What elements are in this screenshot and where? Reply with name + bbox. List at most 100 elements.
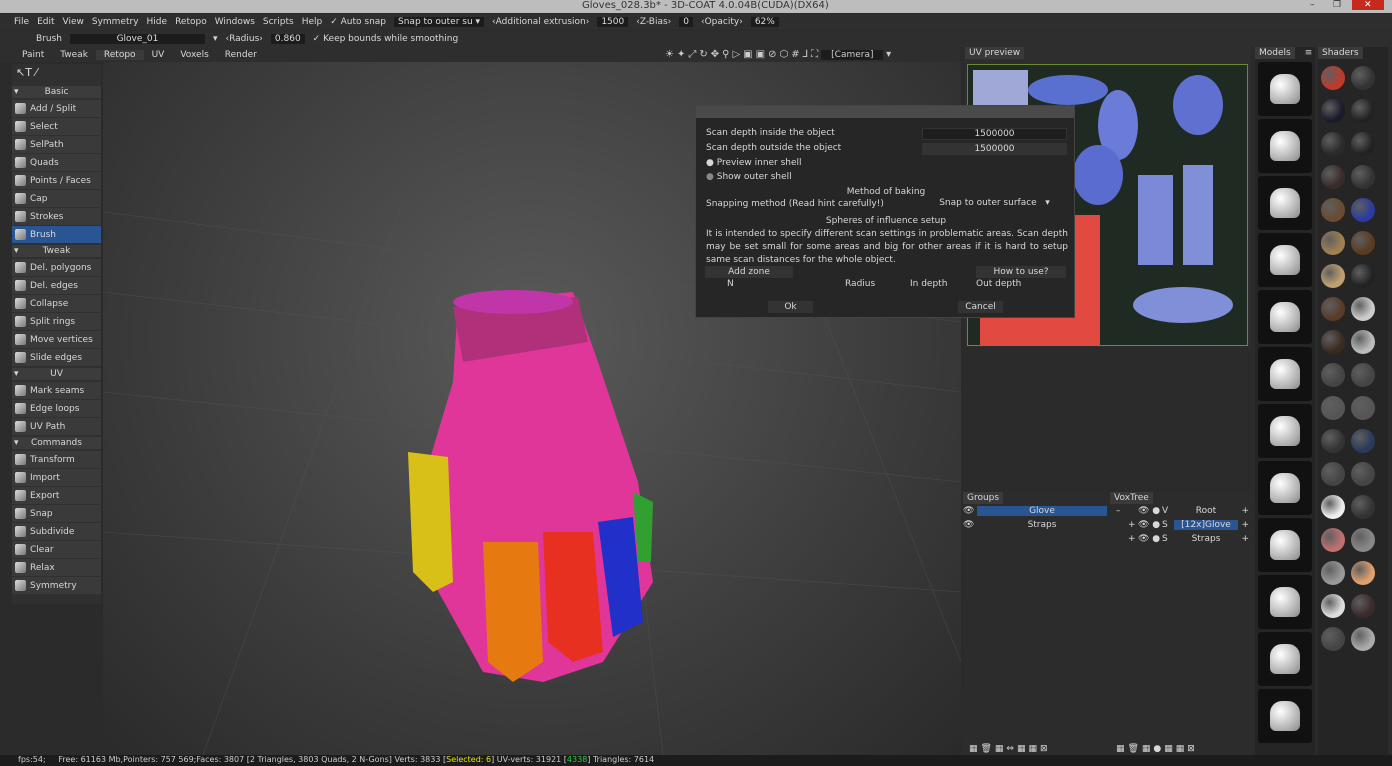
shader-swatch[interactable] bbox=[1351, 165, 1375, 189]
scan-out-input[interactable]: 1500000 bbox=[922, 143, 1067, 155]
menu-help[interactable]: Help bbox=[302, 17, 323, 27]
snap-mode-dropdown[interactable]: Snap to outer su ▾ bbox=[394, 17, 485, 27]
tool-import[interactable]: Import bbox=[12, 469, 101, 486]
tab-voxels[interactable]: Voxels bbox=[172, 50, 216, 60]
eye-icon[interactable]: 👁 bbox=[963, 506, 974, 516]
maximize-button[interactable]: ❐ bbox=[1333, 0, 1341, 10]
chevron-down-icon[interactable]: ▾ bbox=[213, 34, 218, 44]
fit-pen-icon[interactable]: ▣ bbox=[756, 49, 765, 60]
add-icon[interactable]: + bbox=[1241, 506, 1249, 516]
section-header[interactable]: ▾ Commands bbox=[12, 437, 101, 449]
shader-swatch[interactable] bbox=[1321, 495, 1345, 519]
tab-retopo[interactable]: Retopo bbox=[95, 49, 144, 60]
collapse-icon[interactable]: – bbox=[1116, 506, 1121, 516]
tool-mode-icons[interactable]: ↖T ⁄ bbox=[12, 64, 101, 84]
shader-swatch[interactable] bbox=[1321, 429, 1345, 453]
groups-title[interactable]: Groups bbox=[963, 492, 1004, 504]
dialog-title-bar[interactable] bbox=[696, 106, 1074, 118]
shader-swatch[interactable] bbox=[1351, 198, 1375, 222]
shader-swatch[interactable] bbox=[1321, 99, 1345, 123]
shader-swatch[interactable] bbox=[1351, 231, 1375, 255]
extrusion-label[interactable]: ‹Additional extrusion› bbox=[492, 17, 589, 27]
shader-swatch[interactable] bbox=[1351, 297, 1375, 321]
model-thumbnail[interactable] bbox=[1258, 233, 1312, 287]
volume-type[interactable]: V bbox=[1162, 506, 1168, 516]
no-icon[interactable]: ⊘ bbox=[768, 49, 776, 60]
voxtree-item[interactable]: – 👁 ● V Root + bbox=[1110, 506, 1252, 518]
expand-icon[interactable]: + bbox=[1128, 520, 1136, 530]
shader-swatch[interactable] bbox=[1321, 330, 1345, 354]
shader-swatch[interactable] bbox=[1321, 165, 1345, 189]
tool-clear[interactable]: Clear bbox=[12, 541, 101, 558]
tool-edge-loops[interactable]: Edge loops bbox=[12, 400, 101, 417]
model-thumbnail[interactable] bbox=[1258, 62, 1312, 116]
auto-snap-checkbox[interactable]: ✓ Auto snap bbox=[330, 17, 386, 27]
shader-swatch[interactable] bbox=[1321, 528, 1345, 552]
tool-subdivide[interactable]: Subdivide bbox=[12, 523, 101, 540]
show-outer-radio[interactable]: ● Show outer shell bbox=[706, 172, 792, 182]
tool-transform[interactable]: Transform bbox=[12, 451, 101, 468]
model-thumbnail[interactable] bbox=[1258, 404, 1312, 458]
tool-quads[interactable]: Quads bbox=[12, 154, 101, 171]
eye-icon[interactable]: 👁 ● bbox=[1138, 534, 1160, 544]
tool-collapse[interactable]: Collapse bbox=[12, 295, 101, 312]
how-to-use-button[interactable]: How to use? bbox=[976, 266, 1066, 278]
menu-file[interactable]: File bbox=[14, 17, 29, 27]
groups-toolbar[interactable]: ▦🗑▦⇔▦▦⊠ bbox=[969, 744, 1051, 754]
voxtree-item[interactable]: + 👁 ● S [12x]Glove + bbox=[1110, 520, 1252, 532]
tool-export[interactable]: Export bbox=[12, 487, 101, 504]
add-icon[interactable]: + bbox=[1241, 520, 1249, 530]
tool-symmetry[interactable]: Symmetry bbox=[12, 577, 101, 594]
shader-swatch[interactable] bbox=[1351, 132, 1375, 156]
tool-slide-edges[interactable]: Slide edges bbox=[12, 349, 101, 366]
preview-inner-radio[interactable]: ● Preview inner shell bbox=[706, 158, 802, 168]
volume-type[interactable]: S bbox=[1162, 520, 1168, 530]
shader-swatch[interactable] bbox=[1321, 264, 1345, 288]
tool-relax[interactable]: Relax bbox=[12, 559, 101, 576]
tab-uv[interactable]: UV bbox=[144, 50, 173, 60]
tool-mark-seams[interactable]: Mark seams bbox=[12, 382, 101, 399]
model-thumbnail[interactable] bbox=[1258, 518, 1312, 572]
menu-icon[interactable]: ≡ bbox=[1305, 48, 1313, 58]
shader-swatch[interactable] bbox=[1321, 561, 1345, 585]
shader-swatch[interactable] bbox=[1321, 231, 1345, 255]
models-title[interactable]: Models bbox=[1255, 47, 1295, 59]
tool-strokes[interactable]: Strokes bbox=[12, 208, 101, 225]
voxtree-item[interactable]: + 👁 ● S Straps + bbox=[1110, 534, 1252, 546]
shader-swatch[interactable] bbox=[1351, 495, 1375, 519]
menu-symmetry[interactable]: Symmetry bbox=[92, 17, 139, 27]
voxtree-title[interactable]: VoxTree bbox=[1110, 492, 1153, 504]
tool-selpath[interactable]: SelPath bbox=[12, 136, 101, 153]
add-icon[interactable]: + bbox=[1241, 534, 1249, 544]
axis-icon[interactable]: ⅃ bbox=[803, 49, 809, 60]
tool-uv-path[interactable]: UV Path bbox=[12, 418, 101, 435]
shaders-title[interactable]: Shaders bbox=[1318, 47, 1363, 59]
shader-swatch[interactable] bbox=[1351, 99, 1375, 123]
cube-icon[interactable]: ⬡ bbox=[779, 49, 788, 60]
section-header[interactable]: ▾ Tweak bbox=[12, 245, 101, 257]
model-thumbnail[interactable] bbox=[1258, 176, 1312, 230]
shader-swatch[interactable] bbox=[1321, 594, 1345, 618]
model-thumbnail[interactable] bbox=[1258, 290, 1312, 344]
tool-del-polygons[interactable]: Del. polygons bbox=[12, 259, 101, 276]
shader-swatch[interactable] bbox=[1351, 627, 1375, 651]
ok-button[interactable]: Ok bbox=[768, 301, 813, 313]
shader-swatch[interactable] bbox=[1321, 396, 1345, 420]
chevron-down-icon[interactable]: ▾ bbox=[886, 49, 891, 60]
group-item-straps[interactable]: 👁 Straps bbox=[963, 520, 1109, 532]
zbias-input[interactable]: 0 bbox=[679, 17, 693, 27]
eye-icon[interactable]: 👁 ● bbox=[1138, 520, 1160, 530]
group-item-glove[interactable]: 👁 Glove bbox=[963, 506, 1109, 518]
shader-swatch[interactable] bbox=[1351, 363, 1375, 387]
tool-snap[interactable]: Snap bbox=[12, 505, 101, 522]
shader-swatch[interactable] bbox=[1351, 429, 1375, 453]
menu-view[interactable]: View bbox=[63, 17, 84, 27]
menu-edit[interactable]: Edit bbox=[37, 17, 54, 27]
snapping-dropdown[interactable]: Snap to outer surface ▾ bbox=[922, 198, 1067, 210]
shader-swatch[interactable] bbox=[1351, 66, 1375, 90]
shader-swatch[interactable] bbox=[1351, 561, 1375, 585]
radius-input[interactable]: 0.860 bbox=[270, 34, 305, 44]
model-thumbnail[interactable] bbox=[1258, 689, 1312, 743]
model-thumbnail[interactable] bbox=[1258, 575, 1312, 629]
shader-swatch[interactable] bbox=[1321, 297, 1345, 321]
